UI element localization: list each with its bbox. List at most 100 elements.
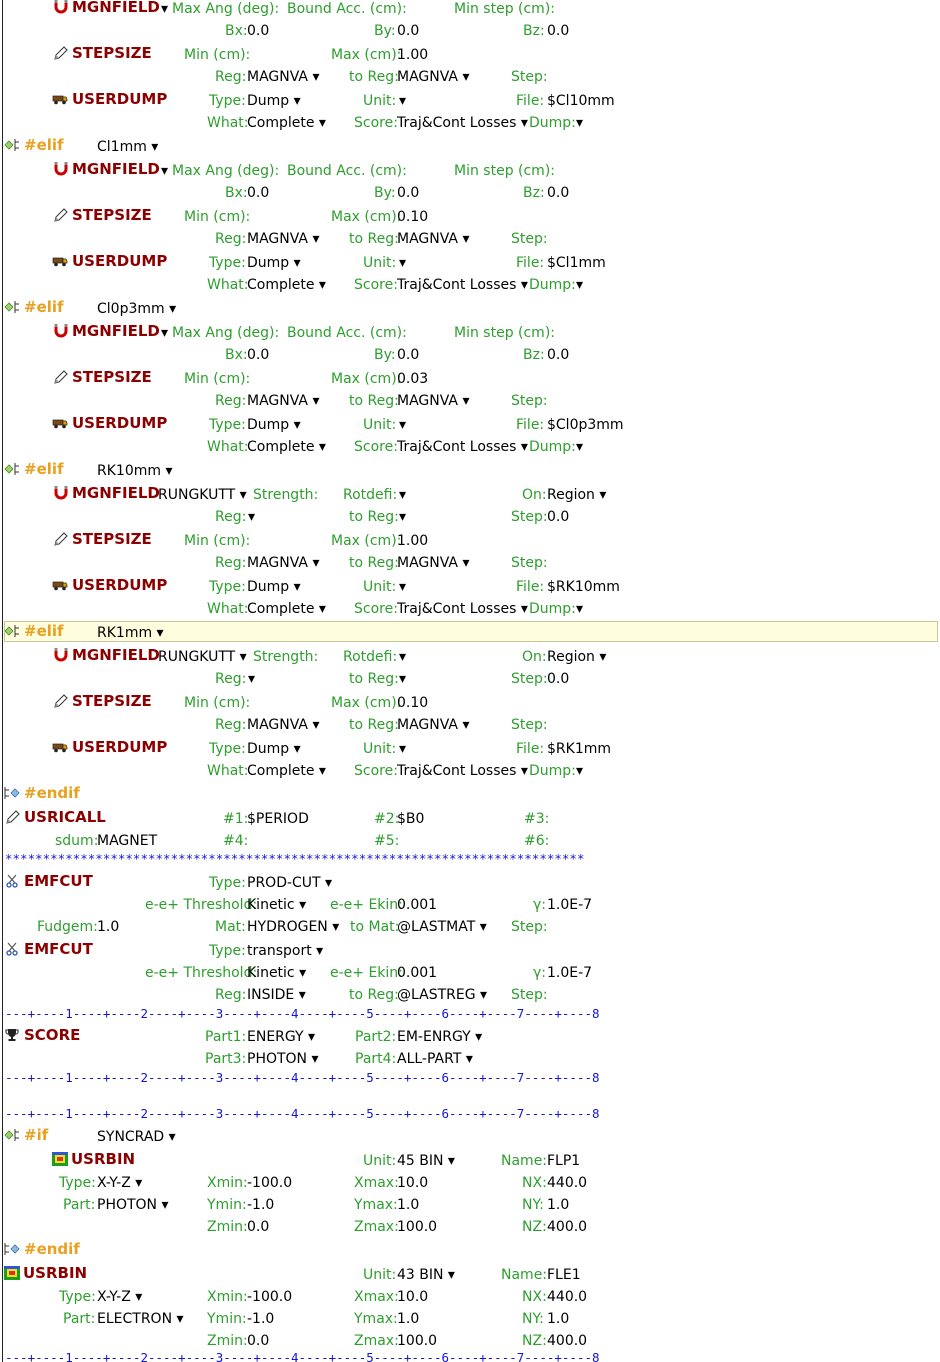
max-cm-value[interactable]: 0.10	[397, 695, 428, 711]
what-dropdown[interactable]: Complete ▾	[247, 763, 326, 779]
zmin-value[interactable]: 0.0	[247, 1333, 269, 1349]
nz-value[interactable]: 400.0	[547, 1219, 587, 1235]
unit-dropdown[interactable]: ▾	[399, 741, 406, 757]
nx-value[interactable]: 440.0	[547, 1175, 587, 1191]
nx-value[interactable]: 440.0	[547, 1289, 587, 1305]
gamma-value[interactable]: 1.0E-7	[547, 965, 592, 981]
to-reg-dropdown[interactable]: MAGNVA ▾	[397, 69, 469, 85]
ymin-value[interactable]: -1.0	[247, 1311, 274, 1327]
mgnfield-type-dropdown[interactable]: ▾	[161, 325, 168, 341]
ymax-value[interactable]: 1.0	[397, 1311, 419, 1327]
elif-condition-dropdown[interactable]: Cl0p3mm ▾	[97, 301, 176, 317]
type-dropdown[interactable]: Dump ▾	[247, 579, 301, 595]
gamma-value[interactable]: 1.0E-7	[547, 897, 592, 913]
reg-dropdown[interactable]: ▾	[248, 509, 255, 525]
to-reg-dropdown[interactable]: @LASTREG ▾	[397, 987, 487, 1003]
fudgem-value[interactable]: 1.0	[97, 919, 119, 935]
ny-value[interactable]: 1.0	[547, 1197, 569, 1213]
part2-dropdown[interactable]: EM-ENRGY ▾	[397, 1029, 482, 1045]
if-condition-dropdown[interactable]: SYNCRAD ▾	[97, 1129, 176, 1145]
file-value[interactable]: $Cl0p3mm	[547, 417, 624, 433]
reg-dropdown[interactable]: MAGNVA ▾	[247, 69, 319, 85]
what-dropdown[interactable]: Complete ▾	[247, 601, 326, 617]
mgnfield-type-dropdown[interactable]: RUNGKUTT ▾	[158, 649, 247, 665]
zmax-value[interactable]: 100.0	[397, 1219, 437, 1235]
by-value[interactable]: 0.0	[397, 347, 419, 363]
type-dropdown[interactable]: transport ▾	[247, 943, 323, 959]
part4-dropdown[interactable]: ALL-PART ▾	[397, 1051, 473, 1067]
xmax-value[interactable]: 10.0	[397, 1289, 428, 1305]
name-value[interactable]: FLE1	[547, 1267, 581, 1283]
to-reg-dropdown[interactable]: ▾	[399, 509, 406, 525]
unit-dropdown[interactable]: ▾	[399, 93, 406, 109]
elif-condition-dropdown[interactable]: Cl1mm ▾	[97, 139, 158, 155]
threshold-dropdown[interactable]: Kinetic ▾	[247, 965, 306, 981]
on-dropdown[interactable]: Region ▾	[547, 487, 606, 503]
zmax-value[interactable]: 100.0	[397, 1333, 437, 1349]
to-reg-dropdown[interactable]: ▾	[399, 671, 406, 687]
unit-dropdown[interactable]: ▾	[399, 579, 406, 595]
score-dropdown[interactable]: Traj&Cont Losses ▾	[397, 115, 528, 131]
zmin-value[interactable]: 0.0	[247, 1219, 269, 1235]
reg-dropdown[interactable]: MAGNVA ▾	[247, 231, 319, 247]
on-dropdown[interactable]: Region ▾	[547, 649, 606, 665]
to-reg-dropdown[interactable]: MAGNVA ▾	[397, 393, 469, 409]
ymin-value[interactable]: -1.0	[247, 1197, 274, 1213]
to-reg-dropdown[interactable]: MAGNVA ▾	[397, 555, 469, 571]
type-dropdown[interactable]: Dump ▾	[247, 741, 301, 757]
score-dropdown[interactable]: Traj&Cont Losses ▾	[397, 277, 528, 293]
type-dropdown[interactable]: Dump ▾	[247, 255, 301, 271]
max-cm-value[interactable]: 1.00	[397, 533, 428, 549]
what-dropdown[interactable]: Complete ▾	[247, 439, 326, 455]
by-value[interactable]: 0.0	[397, 23, 419, 39]
score-dropdown[interactable]: Traj&Cont Losses ▾	[397, 763, 528, 779]
score-dropdown[interactable]: Traj&Cont Losses ▾	[397, 601, 528, 617]
bz-value[interactable]: 0.0	[547, 185, 569, 201]
reg-dropdown[interactable]: MAGNVA ▾	[247, 393, 319, 409]
threshold-dropdown[interactable]: Kinetic ▾	[247, 897, 306, 913]
reg-dropdown[interactable]: INSIDE ▾	[247, 987, 306, 1003]
sdum-value[interactable]: MAGNET	[97, 833, 157, 849]
rotdefi-dropdown[interactable]: ▾	[399, 649, 406, 665]
name-value[interactable]: FLP1	[547, 1153, 580, 1169]
elif-condition-dropdown[interactable]: RK1mm ▾	[97, 625, 164, 641]
param1-value[interactable]: $PERIOD	[247, 811, 309, 827]
part-dropdown[interactable]: ELECTRON ▾	[97, 1311, 184, 1327]
to-reg-dropdown[interactable]: MAGNVA ▾	[397, 717, 469, 733]
dump-dropdown[interactable]: ▾	[576, 115, 583, 131]
unit-dropdown[interactable]: ▾	[399, 417, 406, 433]
mgnfield-type-dropdown[interactable]: RUNGKUTT ▾	[158, 487, 247, 503]
reg-dropdown[interactable]: MAGNVA ▾	[247, 717, 319, 733]
mgnfield-type-dropdown[interactable]: ▾	[161, 1, 168, 17]
xmin-value[interactable]: -100.0	[247, 1289, 292, 1305]
mat-dropdown[interactable]: HYDROGEN ▾	[247, 919, 339, 935]
bx-value[interactable]: 0.0	[247, 23, 269, 39]
step-value[interactable]: 0.0	[547, 509, 569, 525]
mgnfield-type-dropdown[interactable]: ▾	[161, 163, 168, 179]
nz-value[interactable]: 400.0	[547, 1333, 587, 1349]
ekin-value[interactable]: 0.001	[397, 897, 437, 913]
part1-dropdown[interactable]: ENERGY ▾	[247, 1029, 315, 1045]
step-value[interactable]: 0.0	[547, 671, 569, 687]
xmax-value[interactable]: 10.0	[397, 1175, 428, 1191]
by-value[interactable]: 0.0	[397, 185, 419, 201]
elif-condition-dropdown[interactable]: RK10mm ▾	[97, 463, 172, 479]
type-dropdown[interactable]: X-Y-Z ▾	[97, 1175, 142, 1191]
reg-dropdown[interactable]: ▾	[248, 671, 255, 687]
max-cm-value[interactable]: 0.03	[397, 371, 428, 387]
unit-dropdown[interactable]: 43 BIN ▾	[397, 1267, 455, 1283]
file-value[interactable]: $Cl10mm	[547, 93, 615, 109]
unit-dropdown[interactable]: ▾	[399, 255, 406, 271]
bx-value[interactable]: 0.0	[247, 347, 269, 363]
file-value[interactable]: $Cl1mm	[547, 255, 606, 271]
reg-dropdown[interactable]: MAGNVA ▾	[247, 555, 319, 571]
unit-dropdown[interactable]: 45 BIN ▾	[397, 1153, 455, 1169]
part-dropdown[interactable]: PHOTON ▾	[97, 1197, 169, 1213]
file-value[interactable]: $RK10mm	[547, 579, 620, 595]
dump-dropdown[interactable]: ▾	[576, 439, 583, 455]
what-dropdown[interactable]: Complete ▾	[247, 277, 326, 293]
max-cm-value[interactable]: 1.00	[397, 47, 428, 63]
xmin-value[interactable]: -100.0	[247, 1175, 292, 1191]
bz-value[interactable]: 0.0	[547, 347, 569, 363]
ymax-value[interactable]: 1.0	[397, 1197, 419, 1213]
